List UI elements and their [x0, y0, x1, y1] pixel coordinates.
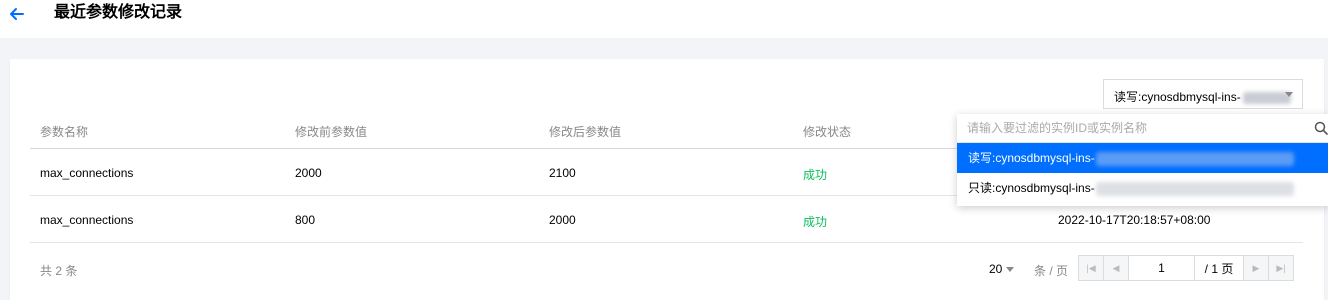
- redacted-instance-id: [1242, 91, 1291, 104]
- column-header-status: 修改状态: [803, 125, 852, 139]
- cell-status: 成功: [803, 168, 828, 182]
- chevron-down-icon: [1006, 267, 1015, 273]
- instance-dropdown: 读写:cynosdbmysql-ins- 只读:cynosdbmysql-ins…: [957, 114, 1328, 206]
- cell-param-name: max_connections: [40, 213, 134, 227]
- total-pages: / 1 页: [1204, 261, 1234, 276]
- cell-status: 成功: [803, 215, 828, 229]
- redacted-instance-id: [1095, 181, 1294, 196]
- cell-modified-time: 2022-10-17T20:18:57+08:00: [1058, 213, 1211, 227]
- column-header-before-value: 修改前参数值: [295, 125, 368, 139]
- page-header: 最近参数修改记录: [0, 0, 1328, 38]
- page-size-select[interactable]: 20: [989, 262, 1015, 276]
- page-size-value: 20: [989, 262, 1003, 276]
- chevron-down-icon: [1285, 92, 1293, 97]
- cell-before-value: 800: [295, 213, 316, 227]
- search-icon[interactable]: [1314, 121, 1328, 135]
- dropdown-search: [957, 114, 1328, 143]
- option-label: 只读:cynosdbmysql-ins-: [968, 181, 1095, 195]
- page-number-input[interactable]: [1129, 256, 1195, 280]
- prev-page-icon[interactable]: ◀: [1104, 256, 1129, 280]
- first-page-icon[interactable]: |◀: [1079, 256, 1104, 280]
- next-page-icon[interactable]: ▶: [1243, 256, 1268, 280]
- cell-before-value: 2000: [295, 166, 322, 180]
- column-header-after-value: 修改后参数值: [549, 125, 622, 139]
- redacted-instance-id: [1095, 151, 1294, 166]
- cell-after-value: 2000: [549, 213, 576, 227]
- search-input[interactable]: [967, 121, 1297, 135]
- instance-select-label: 读写:cynosdbmysql-ins-: [1114, 90, 1241, 104]
- cell-param-name: max_connections: [40, 166, 134, 180]
- pagination-controls: |◀ ◀ / 1 页 ▶ ▶|: [1078, 255, 1294, 281]
- cell-after-value: 2100: [549, 166, 576, 180]
- back-arrow-icon[interactable]: [6, 3, 28, 25]
- per-page-label: 条 / 页: [1034, 264, 1069, 278]
- page-title: 最近参数修改记录: [54, 4, 183, 21]
- total-count: 共 2 条: [40, 264, 78, 278]
- option-label: 读写:cynosdbmysql-ins-: [968, 151, 1095, 165]
- dropdown-option-readonly[interactable]: 只读:cynosdbmysql-ins-: [957, 173, 1328, 203]
- instance-select[interactable]: 读写:cynosdbmysql-ins-: [1103, 79, 1303, 109]
- dropdown-option-readwrite[interactable]: 读写:cynosdbmysql-ins-: [957, 143, 1328, 173]
- column-header-param-name: 参数名称: [40, 125, 89, 139]
- last-page-icon[interactable]: ▶|: [1268, 256, 1293, 280]
